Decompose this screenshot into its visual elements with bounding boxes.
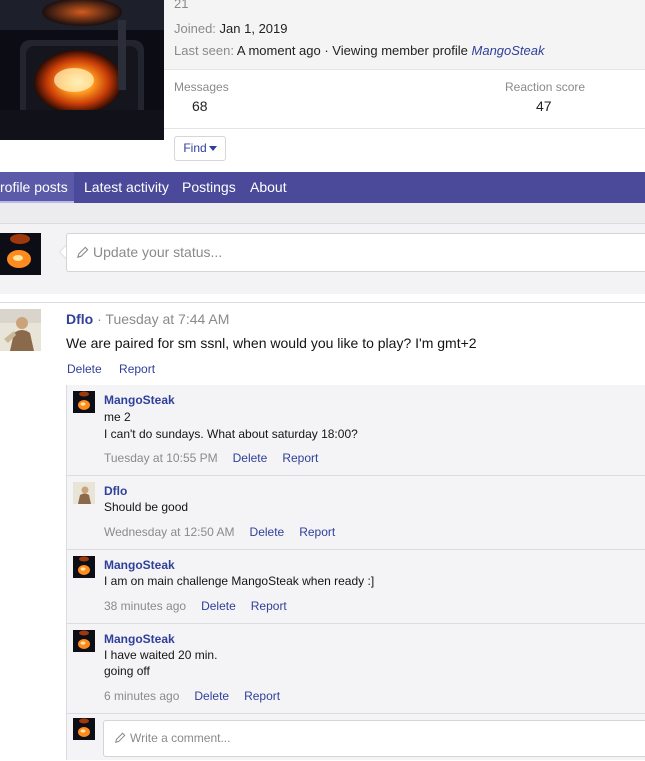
comment-item: Dflo Should be good Wednesday at 12:50 A…	[67, 476, 645, 550]
pencil-icon	[114, 732, 126, 744]
comment-report-link[interactable]: Report	[299, 525, 335, 539]
comment-author-link[interactable]: MangoSteak	[104, 558, 175, 572]
comment-report-link[interactable]: Report	[282, 451, 318, 465]
comments-list: MangoSteak me 2 I can't do sundays. What…	[66, 385, 645, 760]
furnace-avatar-thumb	[0, 233, 41, 275]
post-author-link[interactable]: Dflo	[66, 311, 93, 327]
joined-value: Jan 1, 2019	[219, 21, 288, 36]
comment-time[interactable]: 38 minutes ago	[104, 599, 186, 613]
furnace-avatar-thumb	[73, 556, 95, 578]
messages-value[interactable]: 68	[192, 98, 208, 114]
find-button-label: Find	[183, 141, 207, 155]
comment-delete-link[interactable]: Delete	[250, 525, 285, 539]
furnace-avatar-image	[0, 0, 164, 140]
comment-author-link[interactable]: MangoSteak	[104, 393, 175, 407]
comment-avatar[interactable]	[73, 630, 95, 652]
post-author-avatar[interactable]	[0, 309, 41, 351]
last-seen-label: Last seen:	[174, 43, 234, 58]
furnace-avatar-thumb	[73, 391, 95, 413]
caret-down-icon	[208, 146, 217, 152]
profile-stats: Messages 68 Reaction score 47	[164, 69, 645, 129]
comment-meta: 6 minutes ago Delete Report	[104, 689, 280, 703]
comment-text-line: going off	[104, 664, 150, 678]
comment-report-link[interactable]: Report	[251, 599, 287, 613]
comment-time[interactable]: Tuesday at 10:55 PM	[104, 451, 218, 465]
post-delete-link[interactable]: Delete	[67, 362, 102, 376]
tab-postings[interactable]: Postings	[182, 172, 236, 203]
comment-avatar[interactable]	[73, 391, 95, 413]
comment-item: MangoSteak I have waited 20 min. going o…	[67, 624, 645, 714]
comment-item: MangoSteak me 2 I can't do sundays. What…	[67, 385, 645, 476]
comment-meta: Wednesday at 12:50 AM Delete Report	[104, 525, 335, 539]
comment-time[interactable]: Wednesday at 12:50 AM	[104, 525, 235, 539]
joined-line: Joined: Jan 1, 2019	[174, 21, 288, 36]
messages-label: Messages	[174, 80, 229, 94]
post-report-link[interactable]: Report	[119, 362, 155, 376]
tab-latest-activity[interactable]: Latest activity	[84, 172, 169, 203]
comment-item: MangoSteak I am on main challenge MangoS…	[67, 550, 645, 624]
post-header: Dflo · Tuesday at 7:44 AM	[66, 311, 229, 327]
partial-header-text: 21	[174, 0, 189, 11]
post-spacer	[0, 294, 645, 302]
comment-meta: 38 minutes ago Delete Report	[104, 599, 287, 613]
comment-author-link[interactable]: MangoSteak	[104, 632, 175, 646]
profile-tabs-nav: rofile posts Latest activity Postings Ab…	[0, 172, 645, 203]
status-update-input[interactable]: Update your status...	[66, 233, 645, 272]
write-comment-input[interactable]: Write a comment...	[103, 720, 645, 757]
comment-delete-link[interactable]: Delete	[201, 599, 236, 613]
comment-delete-link[interactable]: Delete	[233, 451, 268, 465]
reaction-score-value[interactable]: 47	[536, 98, 552, 114]
comment-text-line: Should be good	[104, 500, 189, 514]
person-avatar-thumb	[0, 309, 41, 351]
reaction-score-label: Reaction score	[505, 80, 586, 94]
post-actions: Delete Report	[67, 362, 155, 376]
comment-meta: Tuesday at 10:55 PM Delete Report	[104, 451, 318, 465]
comment-text-line: I can't do sundays. What about saturday …	[104, 427, 358, 441]
profile-info-panel: 21 Joined: Jan 1, 2019 Last seen: A mome…	[164, 0, 645, 69]
joined-label: Joined:	[174, 21, 216, 36]
comment-time[interactable]: 6 minutes ago	[104, 689, 179, 703]
comment-avatar[interactable]	[73, 482, 95, 504]
comment-placeholder: Write a comment...	[130, 731, 231, 745]
person-avatar-thumb	[73, 482, 95, 504]
comment-text-line: me 2	[104, 410, 131, 424]
tab-profile-posts[interactable]: rofile posts	[0, 172, 74, 203]
comment-author-link[interactable]: Dflo	[104, 484, 127, 498]
last-seen-value: A moment ago · Viewing member profile	[236, 43, 468, 58]
post-message: We are paired for sm ssnl, when would yo…	[66, 335, 477, 351]
content-spacer	[0, 203, 645, 223]
comment-report-link[interactable]: Report	[244, 689, 280, 703]
last-seen-line: Last seen: A moment ago · Viewing member…	[174, 43, 545, 58]
post-time[interactable]: · Tuesday at 7:44 AM	[97, 311, 229, 327]
comment-avatar[interactable]	[73, 556, 95, 578]
profile-avatar[interactable]	[0, 0, 164, 140]
comment-text-line: I have waited 20 min.	[104, 648, 218, 662]
last-seen-member-link[interactable]: MangoSteak	[472, 43, 545, 58]
status-user-avatar[interactable]	[0, 233, 41, 275]
tab-about[interactable]: About	[250, 172, 287, 203]
comment-delete-link[interactable]: Delete	[194, 689, 229, 703]
pencil-icon	[77, 246, 89, 258]
find-button[interactable]: Find	[174, 136, 226, 161]
comment-text-line: I am on main challenge MangoSteak when r…	[104, 574, 375, 588]
furnace-avatar-thumb	[73, 630, 95, 652]
status-input-pointer	[59, 245, 66, 259]
furnace-avatar-thumb	[73, 718, 95, 740]
comment-composer-avatar[interactable]	[73, 718, 95, 740]
status-placeholder: Update your status...	[93, 244, 223, 260]
